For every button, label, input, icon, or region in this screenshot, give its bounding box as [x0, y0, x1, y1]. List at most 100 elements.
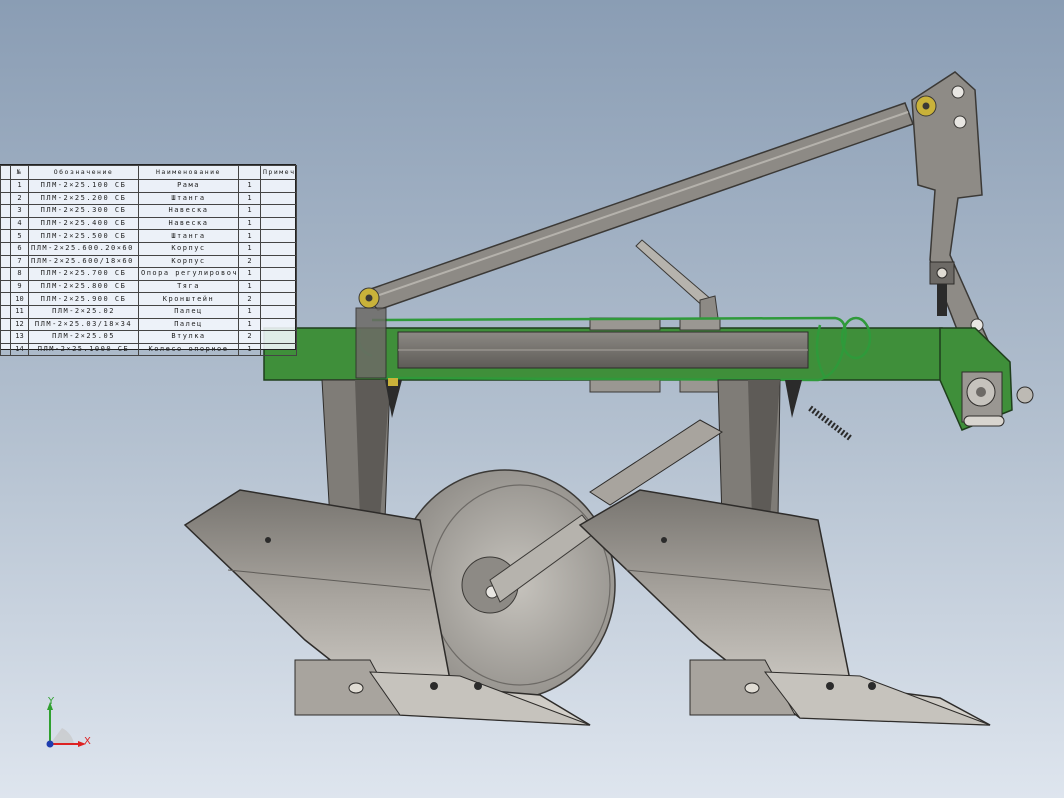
bom-cell-designation: ПЛМ-2×25.100 СБ	[28, 179, 139, 193]
bill-of-materials-table: № Обозначение Наименование Примечание 1П…	[0, 164, 297, 357]
adjusting-screw[interactable]	[808, 405, 852, 441]
bom-cell-pos	[0, 216, 11, 231]
bom-cell-name: Кронштейн	[138, 292, 239, 306]
bom-cell-pos	[0, 279, 11, 294]
bom-row: 10 ПЛМ-2×25.900 СБ Кронштейн 2	[0, 292, 297, 306]
bom-cell-qty: 1	[238, 317, 261, 332]
bom-cell-note	[260, 330, 297, 344]
bom-cell-note	[260, 241, 297, 256]
cad-viewport[interactable]	[0, 0, 1064, 798]
bom-header-no: №	[10, 165, 29, 180]
bom-cell-no: 11	[10, 304, 29, 319]
bom-cell-designation: ПЛМ-2×25.900 СБ	[28, 292, 139, 306]
triad-y-label: Y	[48, 696, 55, 707]
bom-cell-note	[260, 191, 297, 206]
bom-row: 12 ПЛМ-2×25.03/18×34 Палец 1	[0, 317, 297, 332]
bom-cell-name: Корпус	[138, 254, 239, 269]
bom-row: 4 ПЛМ-2×25.400 СБ Навеска 1	[0, 216, 297, 231]
bom-cell-designation: ПЛМ-2×25.03/18×34	[28, 317, 139, 332]
bom-cell-note	[260, 229, 297, 243]
bom-cell-name: Навеска	[138, 216, 239, 231]
bom-cell-no: 12	[10, 317, 29, 332]
bom-cell-name: Рама	[138, 179, 239, 193]
plow-standard-rear[interactable]	[717, 379, 781, 521]
bom-cell-name: Палец	[138, 304, 239, 319]
bom-header-row: № Обозначение Наименование Примечание	[0, 165, 297, 180]
triad-axes-icon	[46, 702, 86, 748]
bom-cell-pos	[0, 304, 11, 319]
bom-cell-note	[260, 179, 297, 193]
bom-header-designation: Обозначение	[28, 165, 139, 180]
bom-cell-note	[260, 279, 297, 294]
bom-cell-note	[260, 267, 297, 281]
bom-cell-designation: ПЛМ-2×25.700 СБ	[28, 267, 139, 281]
bom-cell-qty: 1	[238, 191, 261, 206]
bom-cell-name: Колесо опорное	[138, 342, 239, 357]
bom-cell-no: 14	[10, 342, 29, 357]
bom-cell-note	[260, 216, 297, 231]
bom-cell-pos	[0, 254, 11, 269]
bom-cell-qty: 1	[238, 179, 261, 193]
coordinate-triad: Y X	[38, 696, 98, 758]
bom-cell-name: Навеска	[138, 204, 239, 218]
plow-standard-front[interactable]	[321, 379, 391, 521]
bom-row: 7ПЛМ-2×25.600/18×60 СБКорпус2	[0, 254, 297, 269]
bom-cell-note	[260, 304, 297, 319]
bom-cell-no: 6	[10, 241, 29, 256]
bom-cell-qty: 1	[238, 229, 261, 243]
bom-cell-no: 10	[10, 292, 29, 306]
bom-cell-qty: 1	[238, 241, 261, 256]
bom-row: 14 ПЛМ-2×25.1000 СБ Колесо опорное 1	[0, 342, 297, 357]
bom-cell-qty: 1	[238, 279, 261, 294]
bom-cell-no: 13	[10, 330, 29, 344]
adjuster-lever[interactable]	[635, 239, 719, 321]
bom-cell-note	[260, 317, 297, 332]
bom-cell-no: 4	[10, 216, 29, 231]
plow-body-rear[interactable]	[578, 489, 991, 726]
bom-cell-pos	[0, 317, 11, 332]
bom-cell-pos	[0, 292, 11, 306]
bom-cell-pos	[0, 179, 11, 193]
bom-cell-note	[260, 254, 297, 269]
bom-cell-designation: ПЛМ-2×25.800 СБ	[28, 279, 139, 294]
bom-cell-qty: 1	[238, 304, 261, 319]
bom-cell-name: Опора регулировочная	[138, 267, 239, 281]
bom-row: 2 ПЛМ-2×25.200 СБ Штанга 1	[0, 191, 297, 206]
bom-cell-qty: 2	[238, 254, 261, 269]
bom-header-name: Наименование	[138, 165, 239, 180]
bom-cell-pos	[0, 191, 11, 206]
bom-cell-qty: 1	[238, 216, 261, 231]
bom-cell-designation: ПЛМ-2×25.500 СБ	[28, 229, 139, 243]
bom-cell-qty: 1	[238, 267, 261, 281]
bom-cell-name: Корпус	[138, 241, 239, 256]
bom-row: 5 ПЛМ-2×25.500 СБ Штанга 1	[0, 229, 297, 243]
bom-cell-designation: ПЛМ-2×25.1000 СБ	[28, 342, 139, 357]
bom-cell-pos	[0, 330, 11, 344]
bom-cell-pos	[0, 241, 11, 256]
bom-row: 8ПЛМ-2×25.700 СБОпора регулировочная1	[0, 267, 297, 281]
bom-header-qty	[238, 165, 261, 180]
top-link-arm[interactable]	[360, 102, 914, 311]
bom-cell-name: Штанга	[138, 229, 239, 243]
bom-cell-no: 1	[10, 179, 29, 193]
bom-cell-qty: 1	[238, 204, 261, 218]
bom-cell-note	[260, 204, 297, 218]
bom-cell-name: Втулка	[138, 330, 239, 344]
rear-pivot-assembly[interactable]	[961, 371, 1034, 427]
bom-cell-designation: ПЛМ-2×25.200 СБ	[28, 191, 139, 206]
bom-row: 6ПЛМ-2×25.600.20×60 СБКорпус1	[0, 241, 297, 256]
bom-header-note: Примечание	[260, 165, 297, 180]
bom-row: 11 ПЛМ-2×25.02 Палец 1	[0, 304, 297, 319]
bom-cell-qty: 2	[238, 292, 261, 306]
bom-cell-pos	[0, 229, 11, 243]
bom-cell-name: Палец	[138, 317, 239, 332]
bom-cell-no: 2	[10, 191, 29, 206]
bom-cell-name: Штанга	[138, 191, 239, 206]
bom-cell-no: 8	[10, 267, 29, 281]
bom-cell-designation: ПЛМ-2×25.05	[28, 330, 139, 344]
bom-header-pos	[0, 165, 11, 180]
bom-cell-no: 3	[10, 204, 29, 218]
bom-cell-designation: ПЛМ-2×25.600.20×60 СБ	[28, 241, 139, 256]
bom-cell-designation: ПЛМ-2×25.300 СБ	[28, 204, 139, 218]
bom-row: 13 ПЛМ-2×25.05 Втулка 2	[0, 330, 297, 344]
